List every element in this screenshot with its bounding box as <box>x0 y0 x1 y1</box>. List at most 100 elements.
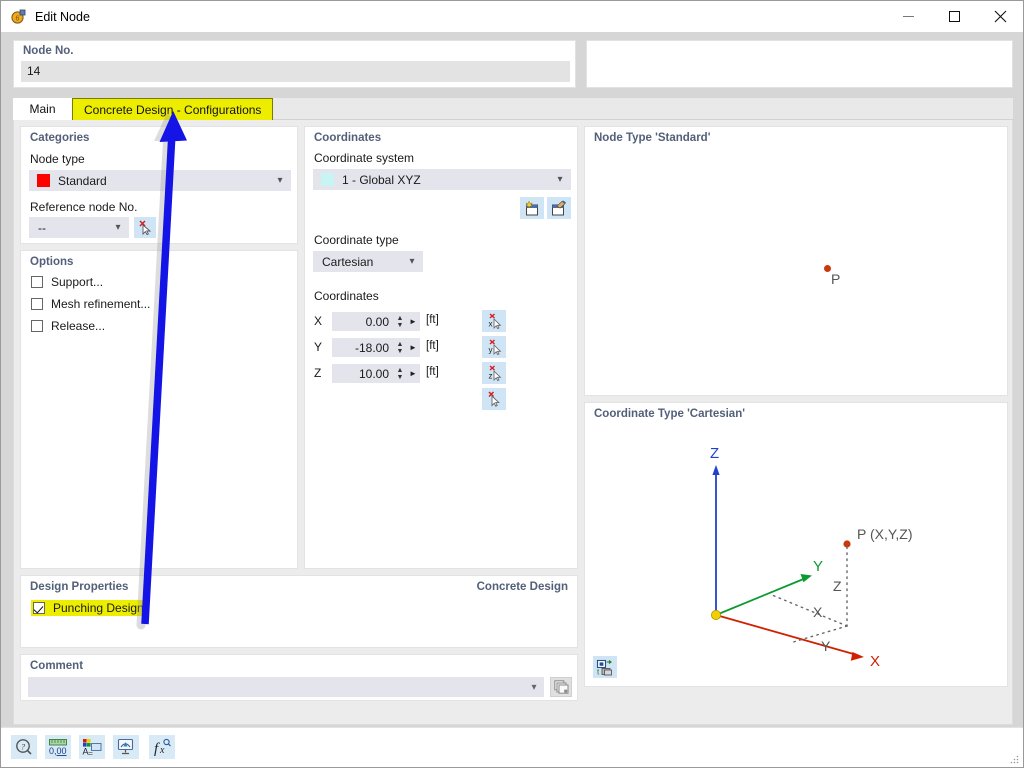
option-support-label: Support... <box>51 275 103 289</box>
node-type-preview-title: Node Type 'Standard' <box>594 132 710 144</box>
coord-y-value: -18.00 <box>332 341 394 355</box>
checkbox-release[interactable] <box>31 320 43 332</box>
pick-point-button[interactable] <box>482 388 506 410</box>
graphic-settings-button[interactable]: t <box>593 656 617 678</box>
design-properties-title: Design Properties <box>30 581 128 593</box>
pick-node-button[interactable] <box>134 217 156 238</box>
coordinate-type-value: Cartesian <box>314 255 402 269</box>
design-properties-panel: Design Properties Concrete Design Punchi… <box>20 575 578 648</box>
spinner-arrows-icon[interactable]: ▲▼ <box>394 365 406 382</box>
minimize-button[interactable] <box>885 1 931 32</box>
svg-text:?: ? <box>21 741 26 751</box>
checkbox-support[interactable] <box>31 276 43 288</box>
tab-concrete-design-configurations[interactable]: Concrete Design - Configurations <box>72 98 273 120</box>
pick-z-button[interactable]: z <box>482 362 506 384</box>
coord-y-input[interactable]: -18.00 ▲▼ ► <box>332 338 420 357</box>
pick-node-icon <box>137 220 153 235</box>
coordinate-system-label: Coordinate system <box>314 151 414 165</box>
node-type-color-swatch <box>37 174 50 187</box>
pick-point-icon <box>485 391 504 408</box>
coordinate-type-combo[interactable]: Cartesian ▾ <box>313 251 423 272</box>
tab-main[interactable]: Main <box>13 98 72 120</box>
comment-combo[interactable]: ▾ <box>28 677 544 697</box>
option-release-label: Release... <box>51 319 105 333</box>
node-no-field[interactable]: 14 <box>21 61 570 82</box>
checkbox-mesh-refinement[interactable] <box>31 298 43 310</box>
node-preview-point-label: P <box>831 271 840 287</box>
graphic-settings-icon: t <box>596 659 615 676</box>
help-button[interactable]: ? <box>11 735 37 759</box>
node-type-combo[interactable]: Standard ▾ <box>29 170 291 191</box>
close-button[interactable] <box>977 1 1023 32</box>
pick-x-button[interactable]: x <box>482 310 506 332</box>
header-right-panel <box>586 40 1013 88</box>
svg-text:y: y <box>488 345 492 354</box>
spinner-arrows-icon[interactable]: ▲▼ <box>394 339 406 356</box>
tab-strip: Main Concrete Design - Configurations <box>13 98 1013 120</box>
window-title: Edit Node <box>35 10 90 24</box>
coord-z-label: Z <box>314 366 321 380</box>
cartesian-axes-diagram: Z Y X Z X Y P (X,Y,Z) <box>585 423 1009 673</box>
coord-z-input[interactable]: 10.00 ▲▼ ► <box>332 364 420 383</box>
new-coordinate-system-button[interactable] <box>520 197 544 219</box>
coordinate-system-value: 1 - Global XYZ <box>342 173 550 187</box>
pick-y-button[interactable]: y <box>482 336 506 358</box>
node-preview-point <box>824 265 831 272</box>
comment-templates-icon <box>554 680 569 694</box>
coordinates-title: Coordinates <box>314 132 381 144</box>
resize-grip[interactable] <box>1009 754 1019 764</box>
coord-z-value: 10.00 <box>332 367 394 381</box>
coordinates-panel: Coordinates Coordinate system 1 - Global… <box>304 126 578 569</box>
node-no-panel: Node No. 14 <box>13 40 576 88</box>
design-punching-design-label: Punching Design <box>53 601 144 615</box>
expand-icon[interactable]: ► <box>406 343 420 352</box>
svg-text:x: x <box>159 745 165 756</box>
option-support[interactable]: Support... <box>31 275 103 289</box>
svg-text:6: 6 <box>16 16 20 23</box>
visibility-icon <box>116 738 136 756</box>
expand-icon[interactable]: ► <box>406 317 420 326</box>
visibility-button[interactable] <box>113 735 139 759</box>
coord-y-label: Y <box>314 340 322 354</box>
comment-panel: Comment ▾ <box>20 654 578 701</box>
coordinate-values-label: Coordinates <box>314 289 379 303</box>
coord-x-unit: [ft] <box>426 314 439 326</box>
coordinate-type-label: Coordinate type <box>314 233 399 247</box>
formula-button[interactable]: f x <box>149 735 175 759</box>
coord-x-input[interactable]: 0.00 ▲▼ ► <box>332 312 420 331</box>
reference-node-label: Reference node No. <box>30 200 137 214</box>
option-mesh-refinement[interactable]: Mesh refinement... <box>31 297 150 311</box>
help-icon: ? <box>15 738 33 756</box>
coordinate-system-combo[interactable]: 1 - Global XYZ ▾ <box>313 169 571 190</box>
design-punching-design-row[interactable]: Punching Design <box>31 600 149 616</box>
bottom-bar: ? 0, 00 A <box>1 727 1023 767</box>
categories-title: Categories <box>30 132 89 144</box>
coord-y-unit: [ft] <box>426 340 439 352</box>
pick-x-icon: x <box>485 313 504 330</box>
comment-templates-button[interactable] <box>550 677 572 697</box>
chevron-down-icon: ▾ <box>108 222 128 233</box>
units-button[interactable]: 0, 00 <box>45 735 71 759</box>
coord-x-value: 0.00 <box>332 315 394 329</box>
expand-icon[interactable]: ► <box>406 369 420 378</box>
node-type-preview-panel: Node Type 'Standard' P <box>584 126 1008 396</box>
svg-text:0,: 0, <box>49 746 57 756</box>
reference-node-combo[interactable]: -- ▾ <box>29 217 129 238</box>
title-bar: 6 Edit Node <box>1 1 1023 32</box>
design-properties-module-title: Concrete Design <box>477 581 568 593</box>
spinner-arrows-icon[interactable]: ▲▼ <box>394 313 406 330</box>
svg-text:x: x <box>488 319 492 328</box>
display-properties-button[interactable]: A <box>79 735 105 759</box>
checkbox-punching-design[interactable] <box>33 602 45 614</box>
pick-z-icon: z <box>485 365 504 382</box>
cartesian-point-label: P (X,Y,Z) <box>857 526 913 542</box>
options-title: Options <box>30 256 73 268</box>
option-release[interactable]: Release... <box>31 319 105 333</box>
comment-title: Comment <box>30 660 83 672</box>
edit-coordinate-system-button[interactable] <box>547 197 571 219</box>
node-edit-icon: 6 <box>10 8 27 25</box>
svg-text:A: A <box>83 747 89 757</box>
edit-node-dialog: 6 Edit Node Node No. 14 Main Concrete De… <box>0 0 1024 768</box>
reference-node-value: -- <box>30 221 108 235</box>
maximize-button[interactable] <box>931 1 977 32</box>
